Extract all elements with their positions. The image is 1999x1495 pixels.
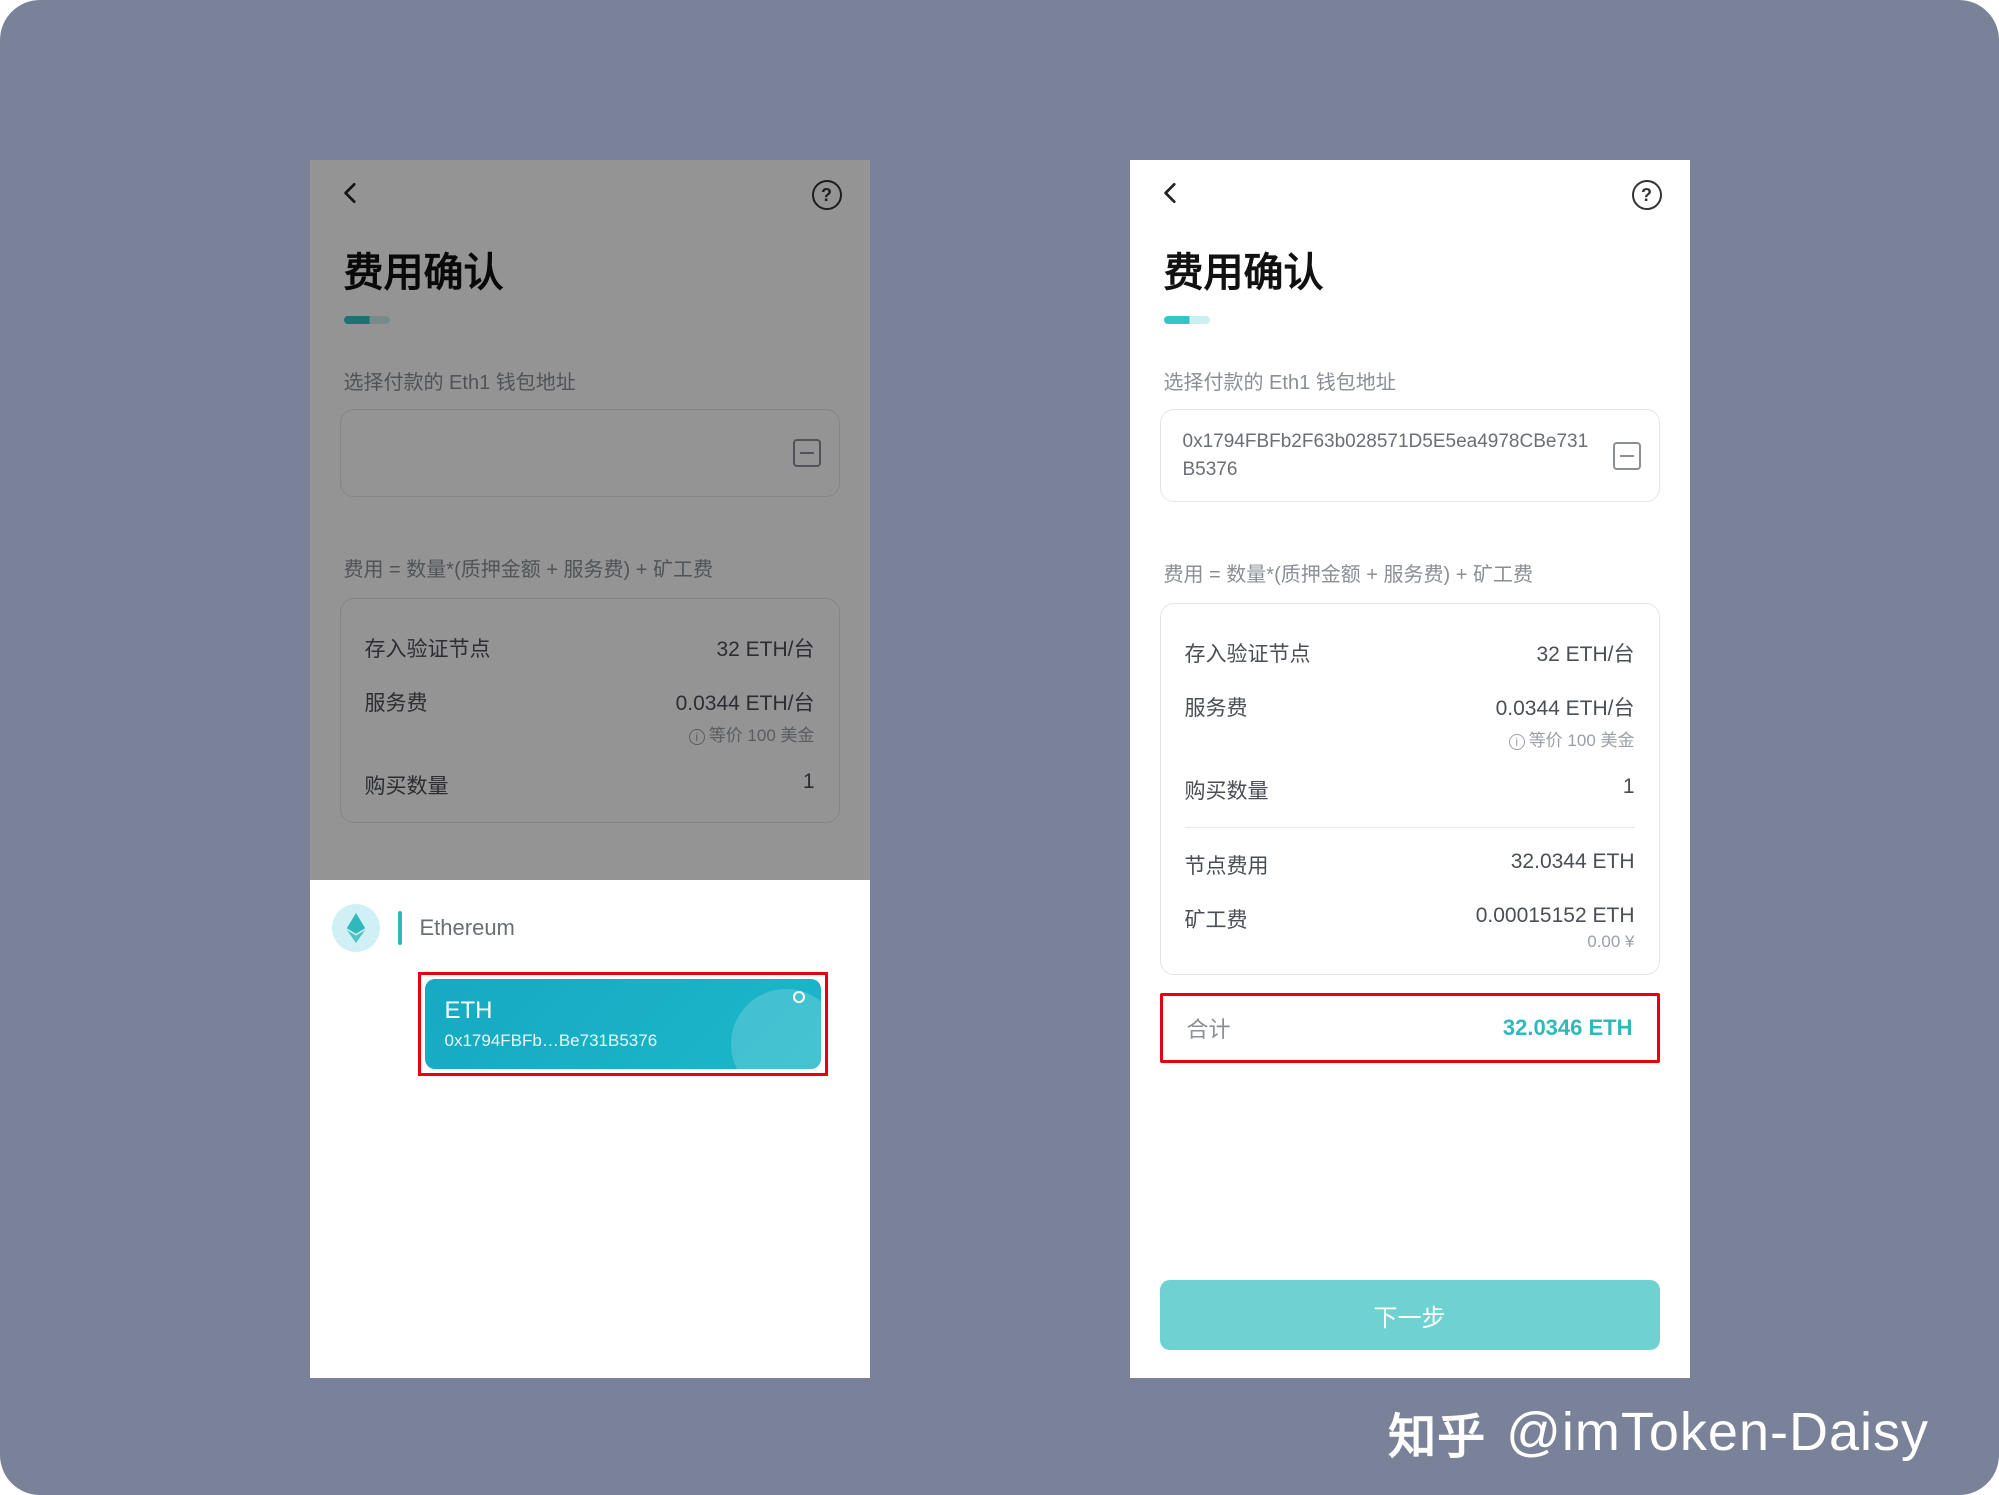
- help-icon[interactable]: ?: [1632, 180, 1662, 210]
- watermark: 知乎 @imToken-Daisy: [1388, 1397, 1929, 1467]
- node-fee-label: 节点费用: [1185, 850, 1269, 880]
- title-underline: [1164, 316, 1210, 324]
- deposit-value: 32 ETH/台: [1536, 638, 1634, 668]
- address-input[interactable]: 0x1794FBFb2F63b028571D5E5ea4978CBe731B53…: [1160, 409, 1660, 502]
- miner-fee-label: 矿工费: [1185, 904, 1248, 934]
- info-icon: i: [1509, 734, 1525, 750]
- next-button[interactable]: 下一步: [1160, 1280, 1660, 1350]
- node-fee-value: 32.0344 ETH: [1511, 850, 1635, 874]
- scan-icon[interactable]: [1613, 442, 1641, 470]
- page-title: 费用确认: [1130, 230, 1690, 302]
- phone-right: ? 费用确认 选择付款的 Eth1 钱包地址 0x1794FBFb2F63b02…: [1130, 160, 1690, 1378]
- deposit-label: 存入验证节点: [1185, 638, 1311, 668]
- next-button-label: 下一步: [1374, 1298, 1446, 1333]
- highlight-box: ETH 0x1794FBFb…Be731B5376: [418, 972, 828, 1076]
- back-icon[interactable]: [1158, 180, 1184, 211]
- fee-formula: 费用 = 数量*(质押金额 + 服务费) + 矿工费: [1130, 502, 1690, 603]
- phone-left: ? 费用确认 选择付款的 Eth1 钱包地址 费用 = 数量*(质押金额 + 服…: [310, 160, 870, 1378]
- miner-fee-value: 0.00015152 ETH 0.00 ¥: [1476, 904, 1635, 952]
- wallet-select-label: 选择付款的 Eth1 钱包地址: [1130, 324, 1690, 409]
- service-label: 服务费: [1185, 692, 1248, 722]
- active-indicator: [398, 911, 402, 945]
- zhihu-logo-text: 知乎: [1388, 1397, 1486, 1467]
- modal-backdrop[interactable]: [310, 160, 870, 880]
- qty-value: 1: [1623, 775, 1635, 799]
- divider: [1185, 827, 1635, 828]
- screenshot-canvas: ? 费用确认 选择付款的 Eth1 钱包地址 费用 = 数量*(质押金额 + 服…: [0, 0, 1999, 1495]
- wallet-picker-sheet: Ethereum ETH 0x1794FBFb…Be731B5376: [310, 880, 870, 1378]
- wallet-card-eth[interactable]: ETH 0x1794FBFb…Be731B5376: [425, 979, 821, 1069]
- chain-label: Ethereum: [420, 915, 515, 941]
- service-value: 0.0344 ETH/台 i等价 100 美金: [1496, 692, 1635, 751]
- total-highlight: 合计 32.0346 ETH: [1160, 993, 1660, 1063]
- total-label: 合计: [1187, 1012, 1231, 1044]
- ethereum-icon[interactable]: [332, 904, 380, 952]
- address-text: 0x1794FBFb2F63b028571D5E5ea4978CBe731B53…: [1183, 431, 1589, 480]
- total-value: 32.0346 ETH: [1503, 1015, 1633, 1041]
- cost-card: 存入验证节点 32 ETH/台 服务费 0.0344 ETH/台 i等价 100…: [1160, 603, 1660, 975]
- watermark-author: @imToken-Daisy: [1506, 1401, 1929, 1463]
- qty-label: 购买数量: [1185, 775, 1269, 805]
